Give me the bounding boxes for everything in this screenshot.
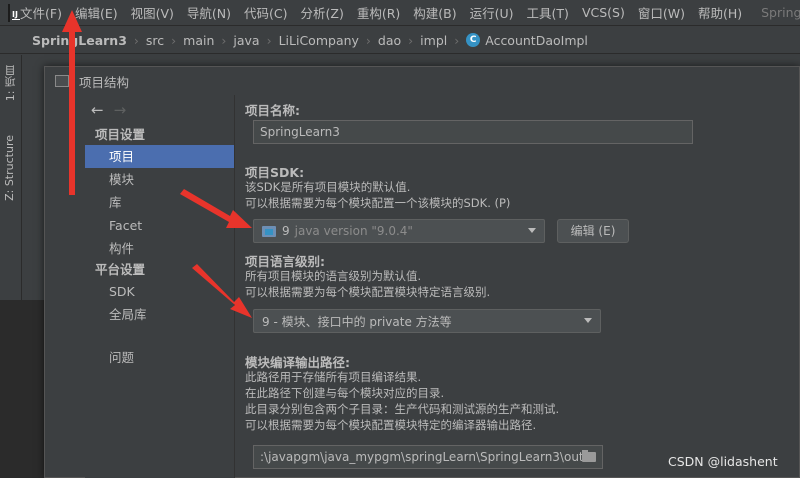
breadcrumb-item[interactable]: impl xyxy=(420,33,447,48)
menu-code[interactable]: 代码(C) xyxy=(244,3,287,22)
menu-analyze[interactable]: 分析(Z) xyxy=(301,3,344,22)
compiler-output-description-3: 此目录分别包含两个子目录：生产代码和测试源的生产和测试. xyxy=(245,402,560,416)
breadcrumb-item[interactable]: java xyxy=(233,33,259,48)
nav-item-artifacts[interactable]: 构件 xyxy=(85,237,234,260)
menu-edit[interactable]: 编辑(E) xyxy=(75,3,118,22)
chevron-right-icon: › xyxy=(266,32,272,48)
csdn-watermark: CSDN @lidashent xyxy=(668,454,778,469)
language-level-value: 9 - 模块、接口中的 private 方法等 xyxy=(262,314,452,329)
project-structure-dialog: 项目结构 ← → 项目设置 项目 模块 库 Facet 构件 平台设置 SDK … xyxy=(44,66,800,478)
menu-refactor[interactable]: 重构(R) xyxy=(357,3,400,22)
chevron-right-icon: › xyxy=(365,32,371,48)
nav-group-project-settings: 项目设置 xyxy=(95,127,146,142)
dropdown-arrow-icon xyxy=(528,228,536,233)
menu-help[interactable]: 帮助(H) xyxy=(698,3,742,22)
compiler-output-description-4: 可以根据需要为每个模块配置模块特定的编译器输出路径. xyxy=(245,418,537,432)
compiler-output-description-2: 在此路径下创建与每个模块对应的目录. xyxy=(245,386,445,400)
window-title: Spring xyxy=(761,5,800,20)
nav-item-project[interactable]: 项目 xyxy=(85,145,234,168)
menu-vcs[interactable]: VCS(S) xyxy=(582,5,625,20)
folder-sdk-icon xyxy=(262,225,276,237)
sdk-version: 9 xyxy=(282,224,290,238)
dialog-title: 项目结构 xyxy=(79,74,130,90)
menu-build[interactable]: 构建(B) xyxy=(413,3,456,22)
intellij-logo-icon: IJ xyxy=(8,3,20,22)
project-sdk-select[interactable]: 9 java version "9.0.4" xyxy=(253,219,545,243)
menu-run[interactable]: 运行(U) xyxy=(470,3,514,22)
nav-arrows: ← → xyxy=(85,95,234,125)
sdk-description-1: 该SDK是所有项目模块的默认值. xyxy=(245,180,411,194)
breadcrumb-item[interactable]: AccountDaoImpl xyxy=(485,33,588,48)
dropdown-arrow-icon xyxy=(584,318,592,323)
chevron-right-icon: › xyxy=(454,32,460,48)
nav-item-problems[interactable]: 问题 xyxy=(85,346,234,369)
settings-nav: ← → 项目设置 项目 模块 库 Facet 构件 平台设置 SDK 全局库 问… xyxy=(85,95,235,478)
nav-item-global-libraries[interactable]: 全局库 xyxy=(85,303,234,326)
class-icon: C xyxy=(466,33,481,47)
breadcrumb: SpringLearn3 › src › main › java › LiLiCompa… xyxy=(0,27,800,54)
project-tool-tab[interactable]: 1: 项目 xyxy=(3,65,19,101)
sdk-description-2: 可以根据需要为每个模块配置一个该模块的SDK. (P) xyxy=(245,196,511,210)
breadcrumb-item[interactable]: LiLiCompany xyxy=(279,33,359,48)
folder-browse-icon[interactable] xyxy=(582,450,596,462)
breadcrumb-item[interactable]: src xyxy=(146,33,164,48)
language-level-select[interactable]: 9 - 模块、接口中的 private 方法等 xyxy=(253,309,601,333)
menu-tools[interactable]: 工具(T) xyxy=(527,3,569,22)
back-arrow-icon[interactable]: ← xyxy=(91,101,104,119)
project-settings-panel: 项目名称: SpringLearn3 项目SDK: 该SDK是所有项目模块的默认… xyxy=(245,95,800,478)
edit-sdk-button[interactable]: 编辑 (E) xyxy=(557,219,629,243)
language-level-description-2: 可以根据需要为每个模块配置模块特定语言级别. xyxy=(245,285,491,299)
forward-arrow-icon[interactable]: → xyxy=(114,101,127,119)
nav-item-modules[interactable]: 模块 xyxy=(85,168,234,191)
nav-item-sdks[interactable]: SDK xyxy=(85,280,234,303)
dialog-titlebar[interactable]: 项目结构 xyxy=(45,67,799,95)
breadcrumb-item[interactable]: dao xyxy=(378,33,401,48)
project-name-input[interactable]: SpringLearn3 xyxy=(253,120,693,144)
sdk-name: java version "9.0.4" xyxy=(294,224,413,238)
menu-window[interactable]: 窗口(W) xyxy=(638,3,685,22)
menu-bar: IJ 文件(F) 编辑(E) 视图(V) 导航(N) 代码(C) 分析(Z) 重… xyxy=(0,0,800,26)
project-name-label: 项目名称: xyxy=(245,103,300,118)
nav-item-libraries[interactable]: 库 xyxy=(85,191,234,214)
menu-file[interactable]: 文件(F) xyxy=(20,3,62,22)
chevron-right-icon: › xyxy=(171,32,177,48)
language-level-description-1: 所有项目模块的语言级别为默认值. xyxy=(245,269,422,283)
chevron-right-icon: › xyxy=(221,32,227,48)
compiler-output-path-value: :\javapgm\java_mypgm\springLearn\SpringL… xyxy=(260,450,584,464)
chevron-right-icon: › xyxy=(133,32,139,48)
nav-item-facets[interactable]: Facet xyxy=(85,214,234,237)
structure-tool-tab[interactable]: Z: Structure xyxy=(3,135,16,201)
nav-group-platform-settings: 平台设置 xyxy=(95,262,146,277)
chevron-right-icon: › xyxy=(408,32,414,48)
window-icon xyxy=(55,75,69,87)
compiler-output-path-input[interactable]: :\javapgm\java_mypgm\springLearn\SpringL… xyxy=(253,445,603,469)
menu-navigate[interactable]: 导航(N) xyxy=(187,3,231,22)
breadcrumb-item[interactable]: main xyxy=(183,33,214,48)
breadcrumb-item[interactable]: SpringLearn3 xyxy=(32,33,127,48)
compiler-output-description-1: 此路径用于存储所有项目编译结果. xyxy=(245,370,422,384)
menu-view[interactable]: 视图(V) xyxy=(131,3,174,22)
